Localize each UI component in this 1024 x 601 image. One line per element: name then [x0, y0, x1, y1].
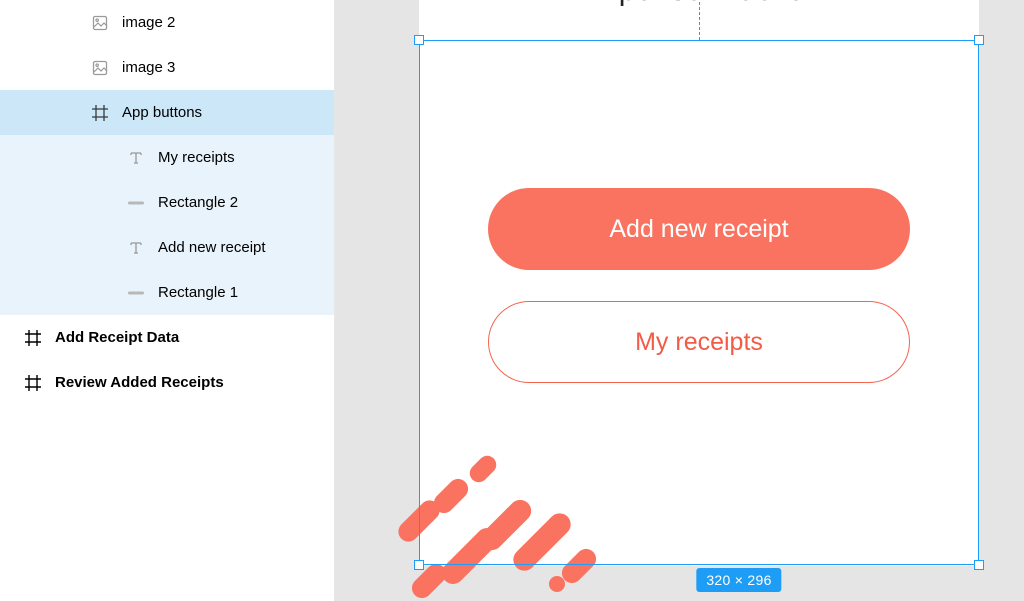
- design-canvas[interactable]: Expense Tracker Add new receipt My recei…: [335, 0, 1024, 601]
- layer-label: Rectangle 2: [158, 194, 238, 211]
- add-new-receipt-button[interactable]: Add new receipt: [488, 188, 910, 270]
- my-receipts-button[interactable]: My receipts: [488, 301, 910, 383]
- text-icon: [128, 240, 144, 256]
- frame-icon: [92, 105, 108, 121]
- layer-label: image 3: [122, 59, 175, 76]
- layer-label: Add new receipt: [158, 239, 266, 256]
- layer-label: Review Added Receipts: [55, 374, 224, 391]
- shape-icon: [128, 285, 144, 301]
- resize-handle-br[interactable]: [974, 560, 984, 570]
- layer-row[interactable]: image 2: [0, 0, 334, 45]
- image-icon: [92, 60, 108, 76]
- layer-row[interactable]: Review Added Receipts: [0, 360, 334, 405]
- layer-row[interactable]: Rectangle 2: [0, 180, 334, 225]
- layer-row[interactable]: Add new receipt: [0, 225, 334, 270]
- layer-label: Rectangle 1: [158, 284, 238, 301]
- decorative-graphic: [399, 426, 619, 601]
- layer-label: App buttons: [122, 104, 202, 121]
- frame-icon: [25, 375, 41, 391]
- layer-row[interactable]: Add Receipt Data: [0, 315, 334, 360]
- resize-handle-tr[interactable]: [974, 35, 984, 45]
- resize-handle-bl[interactable]: [414, 560, 424, 570]
- shape-icon: [128, 195, 144, 211]
- layer-row[interactable]: My receipts: [0, 135, 334, 180]
- alignment-guide: [699, 2, 700, 40]
- layer-label: My receipts: [158, 149, 235, 166]
- button-label: Add new receipt: [609, 215, 788, 244]
- dimensions-badge: 320 × 296: [696, 568, 781, 592]
- layer-label: image 2: [122, 14, 175, 31]
- frame-icon: [25, 330, 41, 346]
- layer-label: Add Receipt Data: [55, 329, 179, 346]
- image-icon: [92, 15, 108, 31]
- resize-handle-tl[interactable]: [414, 35, 424, 45]
- layers-panel: image 2 image 3 App buttons My receipts …: [0, 0, 335, 601]
- text-icon: [128, 150, 144, 166]
- artboard[interactable]: Expense Tracker Add new receipt My recei…: [419, 0, 979, 566]
- layer-row[interactable]: image 3: [0, 45, 334, 90]
- button-label: My receipts: [635, 328, 763, 357]
- layer-row-selected[interactable]: App buttons: [0, 90, 334, 135]
- layer-row[interactable]: Rectangle 1: [0, 270, 334, 315]
